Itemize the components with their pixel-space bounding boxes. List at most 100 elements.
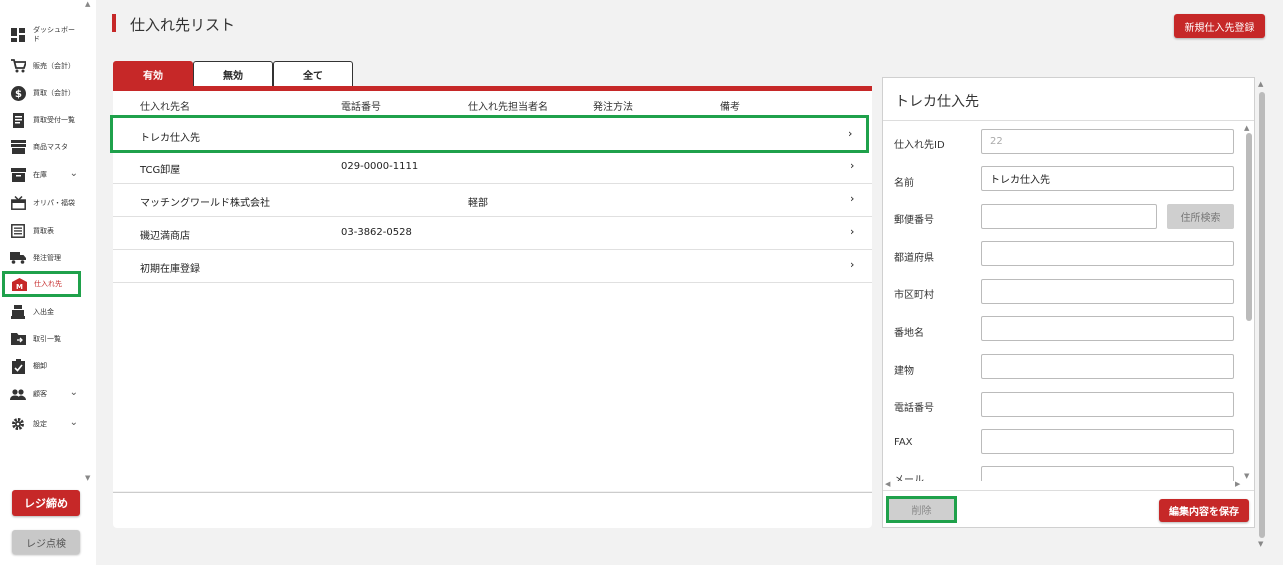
people-icon — [10, 386, 26, 402]
close-register-button[interactable]: レジ締め — [12, 490, 80, 516]
chevron-right-icon[interactable]: › — [848, 127, 852, 140]
table-row[interactable]: トレカ仕入先 › — [110, 115, 869, 153]
list-icon — [10, 223, 26, 239]
tab-inactive[interactable]: 無効 — [193, 61, 273, 86]
folder-icon — [10, 331, 26, 347]
scroll-left-icon[interactable]: ◀ — [885, 480, 890, 488]
sidebar-item-transactions[interactable]: 取引一覧 — [4, 328, 90, 350]
detail-vertical-scrollbar[interactable]: ▲ ▼ — [1243, 124, 1253, 482]
sidebar-item-sales[interactable]: 販売（会計） — [4, 55, 90, 77]
clipboard-icon — [10, 358, 26, 374]
chevron-right-icon[interactable]: › — [850, 159, 854, 172]
field-label: 郵便番号 — [894, 215, 934, 226]
sidebar-scroll-down-icon[interactable]: ▼ — [85, 474, 93, 482]
phone-field[interactable] — [981, 392, 1234, 417]
tab-all[interactable]: 全て — [273, 61, 353, 86]
title-accent-bar — [112, 14, 116, 32]
detail-horizontal-scrollbar[interactable]: ◀ ▶ — [883, 480, 1243, 490]
tab-active[interactable]: 有効 — [113, 61, 193, 86]
warehouse-icon: M — [11, 276, 27, 292]
chevron-down-icon[interactable]: ⌄ — [70, 168, 78, 179]
sidebar-item-cash-in-out[interactable]: 入出金 — [4, 301, 90, 323]
sidebar-item-dashboard[interactable]: ダッシュボード — [4, 22, 90, 48]
page-title: 仕入れ先リスト — [130, 16, 236, 34]
prefecture-field[interactable] — [981, 241, 1234, 266]
inventory-icon — [10, 167, 26, 183]
store-icon — [10, 139, 26, 155]
chevron-right-icon[interactable]: › — [850, 225, 854, 238]
sidebar-item-customers[interactable]: 顧客 ⌄ — [4, 383, 90, 405]
sidebar-item-oripa[interactable]: オリパ・福袋 — [4, 192, 90, 214]
chevron-right-icon[interactable]: › — [850, 192, 854, 205]
sidebar-item-purchase-reception[interactable]: 買取受付一覧 — [4, 109, 90, 131]
chevron-right-icon[interactable]: › — [850, 258, 854, 271]
gear-icon — [10, 416, 26, 432]
delete-button[interactable]: 削除 — [886, 496, 957, 523]
zip-field[interactable] — [981, 204, 1157, 229]
field-label: 市区町村 — [894, 290, 934, 301]
field-label: 名前 — [894, 178, 914, 189]
table-row[interactable]: TCG卸屋 029-0000-1111 › — [113, 151, 872, 184]
sidebar: ▲ ダッシュボード 販売（会計） $ 買取（会計） 買取受付一覧 商品マスタ 在… — [0, 0, 96, 565]
detail-footer: 削除 編集内容を保存 — [883, 490, 1254, 528]
column-header: 発注方法 — [593, 102, 633, 113]
email-field[interactable] — [981, 466, 1234, 481]
scroll-thumb[interactable] — [1246, 133, 1252, 321]
cart-icon — [10, 58, 26, 74]
sidebar-item-purchase[interactable]: $ 買取（会計） — [4, 82, 90, 104]
chevron-down-icon[interactable]: ⌄ — [70, 417, 78, 428]
chevron-down-icon[interactable]: ⌄ — [70, 387, 78, 398]
new-supplier-button[interactable]: 新規仕入先登録 — [1174, 14, 1265, 38]
sidebar-item-stocktaking[interactable]: 棚卸 — [4, 355, 90, 377]
table-row[interactable]: 磯辺満商店 03-3862-0528 › — [113, 217, 872, 250]
check-register-button[interactable]: レジ点検 — [12, 530, 80, 554]
column-header: 仕入れ先名 — [140, 102, 190, 113]
scroll-up-icon[interactable]: ▲ — [1244, 124, 1249, 132]
scroll-down-icon[interactable]: ▼ — [1244, 472, 1249, 480]
supplier-name: マッチングワールド株式会社 — [140, 198, 270, 209]
truck-icon — [10, 250, 26, 266]
scroll-right-icon[interactable]: ▶ — [1235, 480, 1240, 488]
scroll-thumb[interactable] — [1259, 92, 1265, 538]
sidebar-item-suppliers[interactable]: M 仕入れ先 — [2, 271, 81, 297]
sidebar-item-order-management[interactable]: 発注管理 — [4, 247, 90, 269]
name-field[interactable] — [981, 166, 1234, 191]
field-label: 番地名 — [894, 328, 924, 339]
save-button[interactable]: 編集内容を保存 — [1159, 499, 1249, 522]
scroll-down-icon[interactable]: ▼ — [1258, 540, 1263, 548]
svg-text:$: $ — [15, 89, 22, 100]
table-row[interactable]: マッチングワールド株式会社 軽部 › — [113, 184, 872, 217]
supplier-name: トレカ仕入先 — [140, 133, 200, 144]
detail-title: トレカ仕入先 — [895, 94, 979, 110]
address-search-button[interactable]: 住所検索 — [1167, 204, 1234, 229]
sidebar-item-purchase-table[interactable]: 買取表 — [4, 220, 90, 242]
sidebar-item-product-master[interactable]: 商品マスタ — [4, 136, 90, 158]
supplier-list: 仕入れ先名 電話番号 仕入れ先担当者名 発注方法 備考 トレカ仕入先 › TCG… — [110, 91, 872, 491]
detail-form: 仕入れ先ID 名前 郵便番号 住所検索 都道府県 市区町村 番地名 建物 電話番… — [883, 121, 1243, 481]
list-footer — [113, 492, 872, 528]
city-field[interactable] — [981, 279, 1234, 304]
dollar-icon: $ — [10, 85, 26, 101]
supplier-name: 初期在庫登録 — [140, 264, 200, 275]
status-tabs: 有効 無効 全て — [113, 61, 353, 86]
supplier-phone: 029-0000-1111 — [341, 161, 419, 172]
field-label: 都道府県 — [894, 253, 934, 264]
sidebar-item-inventory[interactable]: 在庫 ⌄ — [4, 164, 90, 186]
table-row[interactable]: 初期在庫登録 › — [113, 250, 872, 283]
sidebar-scroll-up-icon[interactable]: ▲ — [85, 0, 93, 8]
building-field[interactable] — [981, 354, 1234, 379]
supplier-phone: 03-3862-0528 — [341, 227, 412, 238]
page-scrollbar[interactable]: ▲ ▼ — [1257, 80, 1267, 550]
dashboard-icon — [10, 27, 26, 43]
field-label: 建物 — [894, 366, 914, 377]
street-field[interactable] — [981, 316, 1234, 341]
fax-field[interactable] — [981, 429, 1234, 454]
scroll-up-icon[interactable]: ▲ — [1258, 80, 1263, 88]
supplier-id-field[interactable] — [981, 129, 1234, 154]
sidebar-item-settings[interactable]: 設定 ⌄ — [4, 413, 90, 435]
column-header: 電話番号 — [341, 102, 381, 113]
svg-text:M: M — [16, 283, 23, 291]
gift-icon — [10, 195, 26, 211]
supplier-name: 磯辺満商店 — [140, 231, 190, 242]
field-label: FAX — [894, 437, 913, 448]
